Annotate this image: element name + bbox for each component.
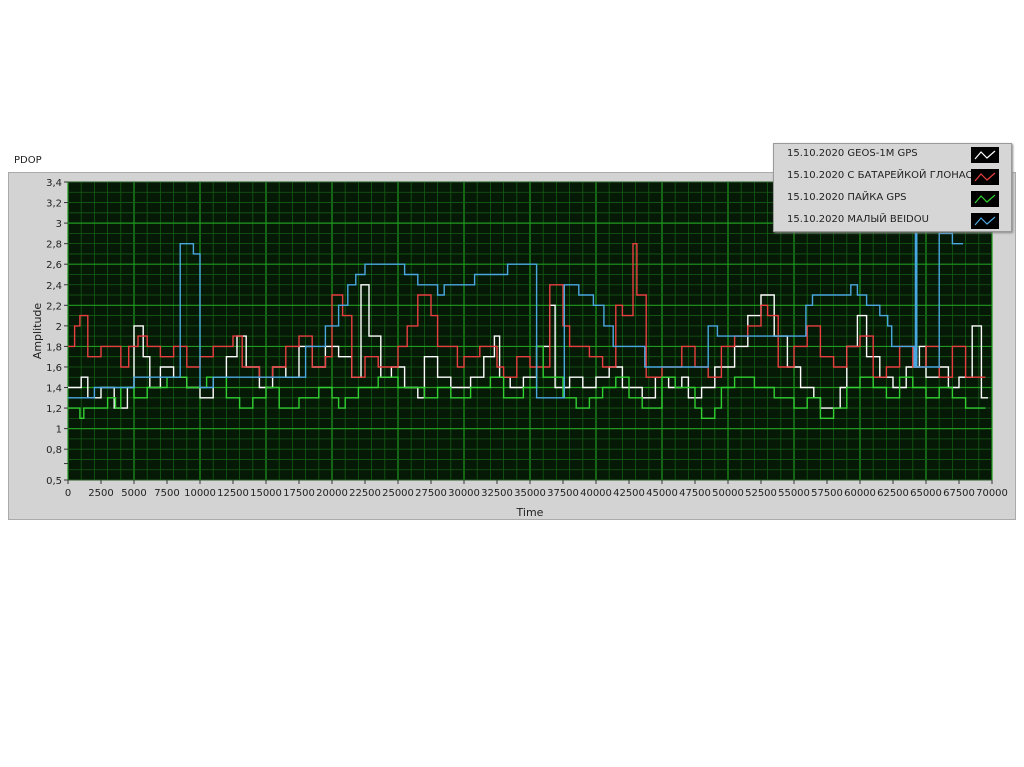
x-tick-label: 7500 xyxy=(154,488,179,499)
y-tick-label: 3,2 xyxy=(46,199,62,210)
x-tick-label: 17500 xyxy=(283,488,315,499)
x-tick-label: 0 xyxy=(65,488,71,499)
x-tick-label: 27500 xyxy=(415,488,447,499)
x-axis-label: Time xyxy=(516,506,544,519)
x-tick-label: 42500 xyxy=(613,488,645,499)
x-tick-label: 70000 xyxy=(976,488,1008,499)
y-tick-label: 2 xyxy=(56,322,62,333)
y-tick-label: 1,2 xyxy=(46,404,62,415)
y-tick-label: 1,8 xyxy=(46,342,62,353)
x-tick-label: 5000 xyxy=(121,488,146,499)
y-tick-label: 3,4 xyxy=(46,178,62,189)
y-tick-label: 2,6 xyxy=(46,260,62,271)
x-tick-label: 57500 xyxy=(811,488,843,499)
legend-item-paika[interactable]: 15.10.2020 ПАЙКА GPS xyxy=(774,188,1011,210)
x-tick-label: 40000 xyxy=(580,488,612,499)
line-style-icon[interactable] xyxy=(971,213,999,229)
legend-label: 15.10.2020 ПАЙКА GPS xyxy=(787,192,907,203)
x-tick-label: 25000 xyxy=(382,488,414,499)
y-tick-label: 3 xyxy=(56,219,62,230)
y-tick-label: 2,4 xyxy=(46,281,62,292)
x-tick-label: 62500 xyxy=(877,488,909,499)
y-tick-label: 1 xyxy=(56,425,62,436)
x-tick-label: 20000 xyxy=(316,488,348,499)
x-tick-label: 45000 xyxy=(646,488,678,499)
legend-label: 15.10.2020 МАЛЫЙ BEIDOU xyxy=(787,214,929,225)
x-tick-label: 50000 xyxy=(712,488,744,499)
y-tick-label: 0,5 xyxy=(46,476,62,487)
x-tick-label: 15000 xyxy=(250,488,282,499)
legend-label: 15.10.2020 GEOS-1M GPS xyxy=(787,148,918,159)
line-style-icon[interactable] xyxy=(971,169,999,185)
plot-legend[interactable]: 15.10.2020 GEOS-1M GPS 15.10.2020 С БАТА… xyxy=(773,143,1012,232)
legend-item-beidou[interactable]: 15.10.2020 МАЛЫЙ BEIDOU xyxy=(774,210,1011,232)
y-tick-label: 0,8 xyxy=(46,445,62,456)
y-tick-label: 1,4 xyxy=(46,384,62,395)
x-tick-label: 55000 xyxy=(778,488,810,499)
legend-label: 15.10.2020 С БАТАРЕЙКОЙ ГЛОНАСС xyxy=(787,170,980,181)
y-tick-label: 2,8 xyxy=(46,240,62,251)
x-tick-label: 2500 xyxy=(88,488,113,499)
x-tick-label: 12500 xyxy=(217,488,249,499)
y-tick-label: 1,6 xyxy=(46,363,62,374)
x-tick-label: 60000 xyxy=(844,488,876,499)
x-tick-label: 47500 xyxy=(679,488,711,499)
x-tick-label: 22500 xyxy=(349,488,381,499)
chart-svg: 0 2500 5000 7500 10000 12500 15000 17500 20000 22… xyxy=(31,178,1008,519)
x-tick-label: 65000 xyxy=(910,488,942,499)
x-tick-label: 67500 xyxy=(943,488,975,499)
line-style-icon[interactable] xyxy=(971,191,999,207)
x-tick-label: 37500 xyxy=(547,488,579,499)
y-axis-label: Amplitude xyxy=(31,303,44,360)
legend-item-geos[interactable]: 15.10.2020 GEOS-1M GPS xyxy=(774,144,1011,166)
x-tick-label: 10000 xyxy=(184,488,216,499)
x-tick-label: 52500 xyxy=(745,488,777,499)
x-tick-label: 35000 xyxy=(514,488,546,499)
x-tick-label: 32500 xyxy=(481,488,513,499)
legend-item-glonass[interactable]: 15.10.2020 С БАТАРЕЙКОЙ ГЛОНАСС xyxy=(774,166,1011,188)
y-tick-label: 2,2 xyxy=(46,301,62,312)
line-style-icon[interactable] xyxy=(971,147,999,163)
x-tick-label: 30000 xyxy=(448,488,480,499)
